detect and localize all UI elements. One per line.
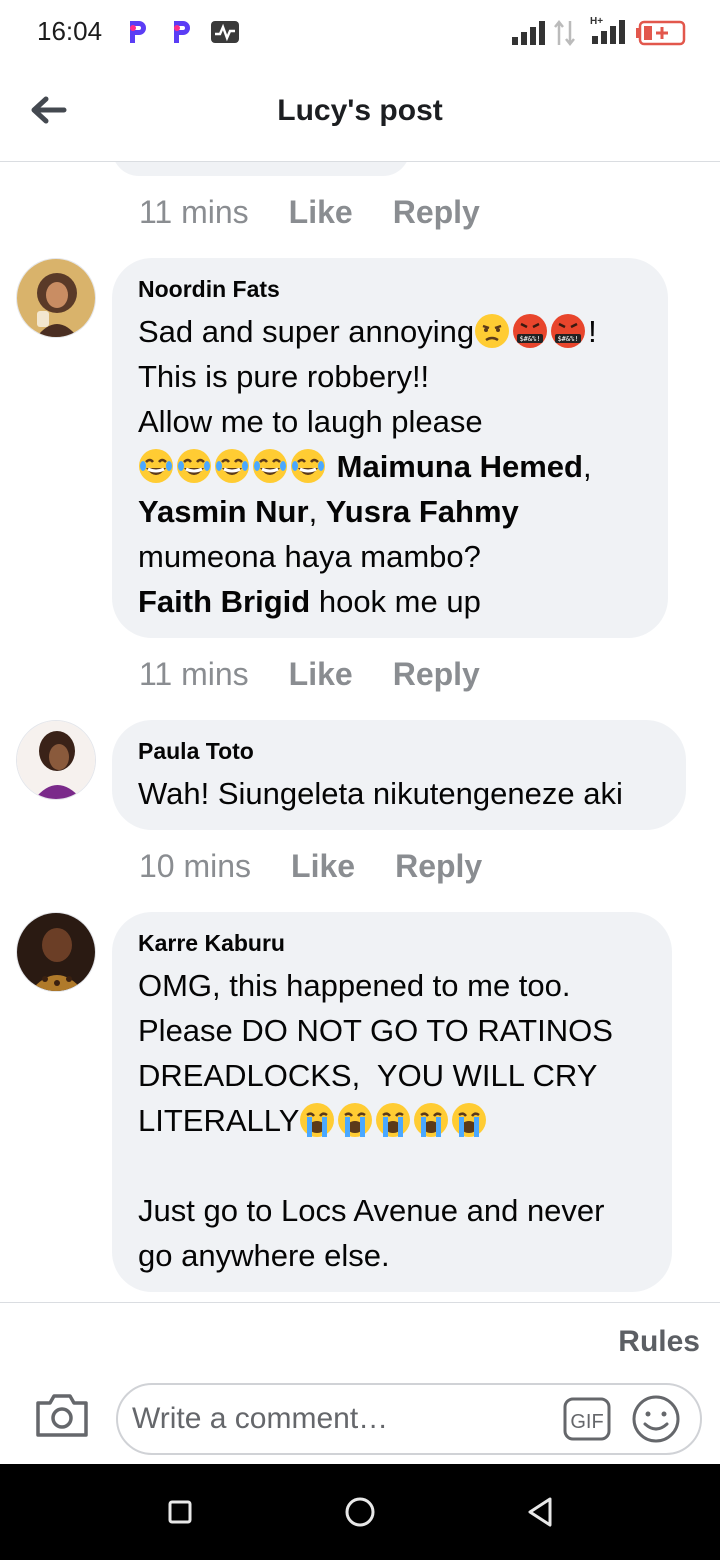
svg-text:H+: H+: [590, 16, 603, 27]
emoji-icon[interactable]: [630, 1393, 682, 1445]
comment-bubble[interactable]: Karre Kaburu OMG, this happened to me to…: [112, 912, 672, 1292]
home-button[interactable]: [342, 1494, 378, 1530]
page-title: Lucy's post: [277, 94, 443, 127]
p-app-icon: [174, 21, 190, 43]
svg-text:GIF: GIF: [570, 1411, 603, 1433]
tears-of-joy-icon: [291, 449, 325, 483]
tears-of-joy-icon: [253, 449, 287, 483]
comment-input[interactable]: [132, 1399, 552, 1439]
loudly-crying-icon: [452, 1103, 487, 1137]
status-time: 16:04: [37, 16, 103, 46]
loudly-crying-icon: [414, 1103, 449, 1137]
comment-bubble[interactable]: Noordin Fats Sad and super annoying $#&%!…: [112, 258, 668, 638]
avatar[interactable]: [16, 258, 96, 338]
previous-comment-bubble: [112, 162, 410, 176]
p-app-icon: [130, 21, 146, 43]
loudly-crying-icon: [300, 1103, 335, 1137]
like-button[interactable]: Like: [289, 656, 353, 692]
camera-icon[interactable]: [34, 1389, 90, 1441]
comment-author[interactable]: Noordin Fats: [138, 276, 642, 303]
rules-link[interactable]: Rules: [618, 1325, 700, 1359]
comment-time: 11 mins: [139, 656, 249, 692]
comment-text: Wah! Siungeleta nikutengeneze aki: [138, 776, 623, 811]
comment-box[interactable]: GIF: [116, 1383, 702, 1455]
hplus-signal-icon: H+: [590, 16, 625, 44]
comment-time: 11 mins: [139, 194, 249, 230]
tears-of-joy-icon: [139, 449, 173, 483]
tears-of-joy-icon: [177, 449, 211, 483]
comment-author[interactable]: Karre Kaburu: [138, 930, 646, 957]
data-arrows-icon: [554, 19, 575, 47]
app-header: Lucy's post: [0, 66, 720, 162]
comment-composer: Rules GIF: [0, 1302, 720, 1464]
svg-text:$#&%!: $#&%!: [558, 335, 579, 343]
reply-button[interactable]: Reply: [393, 194, 480, 230]
loudly-crying-icon: [376, 1103, 411, 1137]
reply-button[interactable]: Reply: [395, 848, 482, 884]
comment-bubble[interactable]: Paula Toto Wah! Siungeleta nikutengeneze…: [112, 720, 686, 830]
signal-icon: [512, 21, 545, 45]
back-button[interactable]: [522, 1494, 558, 1530]
like-button[interactable]: Like: [291, 848, 355, 884]
cursing-face-icon: $#&%!: [551, 314, 586, 348]
mention-link[interactable]: Yasmin Nur: [138, 494, 309, 529]
mention-link[interactable]: Maimuna Hemed: [337, 449, 583, 484]
comment-meta-row: 11 mins Like Reply: [139, 194, 520, 231]
loudly-crying-icon: [338, 1103, 373, 1137]
comment-meta-row: 11 mins Like Reply: [139, 656, 520, 693]
avatar[interactable]: [16, 912, 96, 992]
gif-icon[interactable]: GIF: [562, 1395, 612, 1443]
system-nav-bar: [0, 1464, 720, 1560]
comment-text: OMG, this happened to me too. Please DO …: [138, 968, 613, 1273]
avatar[interactable]: [16, 720, 96, 800]
comment-text: Sad and super annoying $#&%! $#&%!! This i…: [138, 314, 597, 619]
recent-apps-button[interactable]: [162, 1494, 198, 1530]
svg-text:$#&%!: $#&%!: [520, 335, 541, 343]
mention-link[interactable]: Faith Brigid: [138, 584, 310, 619]
reply-button[interactable]: Reply: [393, 656, 480, 692]
unamused-face-icon: [475, 314, 510, 348]
tears-of-joy-icon: [215, 449, 249, 483]
battery-low-icon: [636, 20, 686, 46]
mention-link[interactable]: Yusra Fahmy: [326, 494, 519, 529]
comments-feed[interactable]: 11 mins Like Reply Noordin Fats Sad and su…: [0, 162, 720, 1302]
comment-time: 10 mins: [139, 848, 252, 884]
comment-meta-row: 10 mins Like Reply: [139, 848, 522, 885]
status-bar: 16:04 H+: [0, 0, 720, 66]
like-button[interactable]: Like: [289, 194, 353, 230]
activity-icon: [211, 21, 239, 43]
comment-author[interactable]: Paula Toto: [138, 738, 660, 765]
cursing-face-icon: $#&%!: [513, 314, 548, 348]
